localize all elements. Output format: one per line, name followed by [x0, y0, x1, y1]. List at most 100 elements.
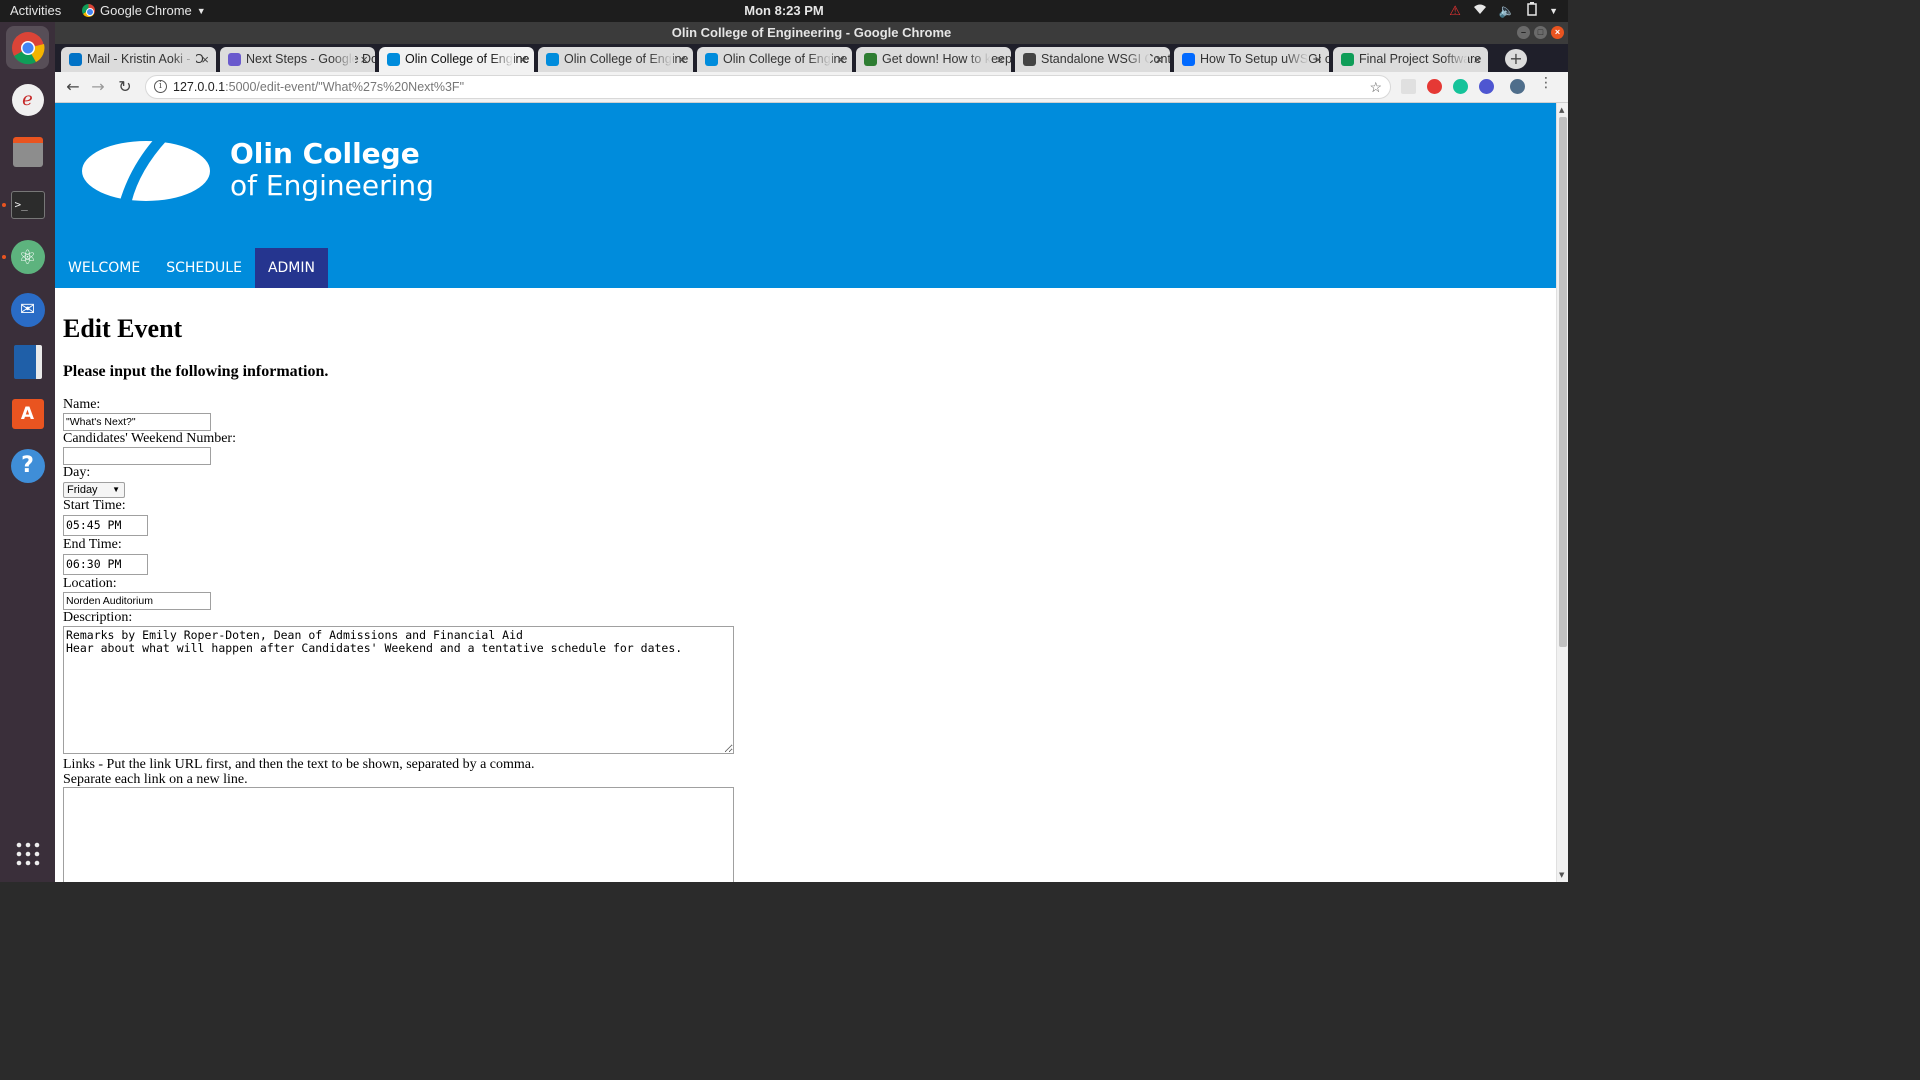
back-button[interactable]: ← [63, 77, 83, 97]
warning-icon[interactable]: ⚠ [1449, 3, 1461, 19]
nav-welcome[interactable]: WELCOME [55, 248, 153, 288]
tab-title-fade [1126, 47, 1150, 72]
logo-line-1: Olin College [230, 137, 420, 170]
close-tab-icon[interactable]: × [201, 47, 209, 72]
system-top-bar: Activities Google Chrome ▼ Mon 8:23 PM ⚠… [0, 0, 1568, 22]
start-time-label: Start Time: [63, 498, 126, 513]
description-textarea[interactable]: Remarks by Emily Roper-Doten, Dean of Ad… [63, 626, 734, 754]
page-title: Edit Event [63, 314, 183, 343]
day-select[interactable]: Friday ▼ [63, 482, 125, 498]
scroll-down-arrow-icon[interactable]: ▼ [1559, 871, 1564, 879]
description-label: Description: [63, 610, 133, 625]
url-text: 127.0.0.1:5000/edit-event/"What%27s%20Ne… [173, 76, 464, 98]
browser-window: Olin College of Engineering - Google Chr… [55, 22, 1568, 882]
weekend-number-field[interactable] [63, 447, 211, 465]
volume-icon[interactable]: 🔈 [1499, 3, 1515, 19]
links-instructions-line-2: Separate each link on a new line. [63, 772, 248, 787]
wifi-icon[interactable] [1473, 3, 1487, 18]
close-tab-icon[interactable]: × [1155, 47, 1163, 72]
nav-schedule[interactable]: SCHEDULE [153, 248, 255, 288]
atom-launcher[interactable]: ⚛ [6, 235, 49, 278]
close-window-button[interactable]: × [1551, 26, 1564, 39]
browser-tab[interactable]: Final Project Software × [1333, 47, 1488, 72]
adblock-extension-icon[interactable] [1427, 79, 1442, 94]
writer-launcher[interactable] [6, 340, 49, 383]
olin-icon [546, 53, 559, 66]
tab-title-fade [490, 47, 514, 72]
system-tray[interactable]: ⚠ 🔈 ▼ [1449, 2, 1558, 19]
clock[interactable]: Mon 8:23 PM [744, 3, 823, 18]
end-time-field[interactable]: 06:30 PM [63, 554, 148, 575]
chrome-menu-button[interactable]: ⋮ [1539, 75, 1553, 91]
reload-button[interactable]: ↻ [115, 77, 135, 97]
close-tab-icon[interactable]: × [678, 47, 686, 72]
browser-tab[interactable]: Mail - Kristin Aoki - O × [61, 47, 216, 72]
chevron-down-icon[interactable]: ▼ [1549, 6, 1558, 16]
browser-tab[interactable]: Get down! How to keep × [856, 47, 1011, 72]
start-time-field[interactable]: 05:45 PM [63, 515, 148, 536]
browser-tab[interactable]: Olin College of Engine × [538, 47, 693, 72]
forward-button[interactable]: → [88, 77, 108, 97]
close-tab-icon[interactable]: × [1314, 47, 1322, 72]
grammarly-extension-icon[interactable] [1453, 79, 1468, 94]
address-bar[interactable]: i 127.0.0.1:5000/edit-event/"What%27s%20… [145, 75, 1391, 99]
minimize-button[interactable]: – [1517, 26, 1530, 39]
help-launcher[interactable]: ? [6, 444, 49, 487]
help-icon: ? [10, 448, 45, 483]
chrome-launcher[interactable] [6, 26, 49, 69]
window-titlebar[interactable]: Olin College of Engineering - Google Chr… [55, 22, 1568, 44]
logo-line-2: of Engineering [230, 169, 434, 202]
maximize-button[interactable]: □ [1534, 26, 1547, 39]
thunderbird-launcher[interactable]: ✉ [6, 288, 49, 331]
scrollbar-thumb[interactable] [1559, 117, 1567, 647]
profile-avatar[interactable] [1510, 79, 1525, 94]
dock: ℯ >_ ⚛ ✉ A ? [0, 22, 55, 882]
bookmark-star-icon[interactable]: ☆ [1369, 76, 1382, 98]
location-field[interactable] [63, 592, 211, 610]
show-applications-button[interactable] [6, 832, 49, 875]
scroll-up-arrow-icon[interactable]: ▲ [1559, 106, 1564, 114]
tab-title-fade [967, 47, 991, 72]
tab-title-fade [808, 47, 832, 72]
app-grid-icon [16, 842, 39, 865]
close-tab-icon[interactable]: × [360, 47, 368, 72]
edit-event-form: Edit Event Please input the following in… [55, 314, 1556, 882]
close-tab-icon[interactable]: × [837, 47, 845, 72]
college-wordmark[interactable]: Olin College of Engineering [230, 138, 434, 202]
url-host: 127.0.0.1 [173, 80, 226, 94]
close-tab-icon[interactable]: × [996, 47, 1004, 72]
terminal-launcher[interactable]: >_ [6, 183, 49, 226]
digitalocean-icon [1182, 53, 1195, 66]
shopping-bag-icon: A [11, 398, 44, 429]
software-center-launcher[interactable]: A [6, 392, 49, 435]
olin-logo-icon[interactable] [81, 140, 211, 202]
file-cabinet-icon [12, 136, 43, 167]
site-nav: WELCOME SCHEDULE ADMIN [55, 248, 328, 288]
battery-icon[interactable] [1527, 2, 1537, 19]
nav-admin[interactable]: ADMIN [254, 248, 328, 288]
tab-label: Next Steps - Google Do [246, 52, 375, 66]
form-instructions: Please input the following information. [63, 363, 329, 380]
tab-label: How To Setup uWSGI o [1200, 52, 1329, 66]
name-field[interactable] [63, 413, 211, 431]
tab-title-fade [1285, 47, 1309, 72]
foxit-reader-launcher[interactable]: ℯ [6, 78, 49, 121]
links-textarea[interactable] [63, 787, 734, 882]
site-info-icon[interactable]: i [154, 80, 167, 93]
files-launcher[interactable] [6, 130, 49, 173]
docs-icon [228, 53, 241, 66]
browser-tab[interactable]: Next Steps - Google Do × [220, 47, 375, 72]
page-scrollbar[interactable]: ▲ ▼ [1556, 103, 1568, 882]
document-extension-icon[interactable] [1401, 79, 1416, 94]
close-tab-icon[interactable]: × [1473, 47, 1481, 72]
browser-tab[interactable]: Olin College of Engine × [697, 47, 852, 72]
mail-icon: ✉ [10, 292, 45, 327]
browser-tab[interactable]: How To Setup uWSGI o × [1174, 47, 1329, 72]
browser-tab[interactable]: Standalone WSGI Conta × [1015, 47, 1170, 72]
browser-tab[interactable]: Olin College of Engine × [379, 47, 534, 72]
weekend-number-label: Candidates' Weekend Number: [63, 431, 236, 446]
new-tab-button[interactable]: + [1505, 49, 1527, 69]
extension-icon[interactable] [1479, 79, 1494, 94]
olin-icon [387, 53, 400, 66]
close-tab-icon[interactable]: × [519, 47, 527, 72]
